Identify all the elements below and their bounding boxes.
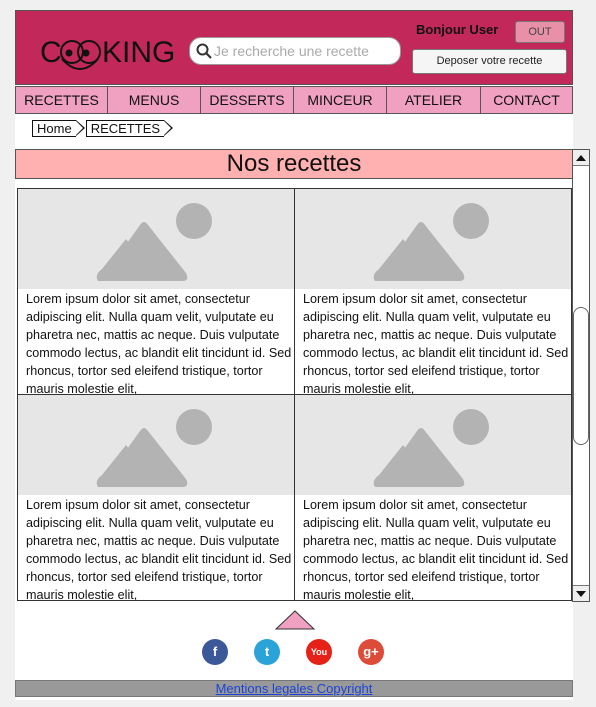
logout-button[interactable]: OUT — [515, 21, 565, 43]
vertical-scrollbar[interactable] — [572, 149, 590, 602]
caret-up-icon — [576, 155, 586, 161]
search-icon[interactable] — [196, 43, 212, 59]
card-image — [18, 189, 294, 289]
site-header: C KING Bonjour User OUT Deposer votre re… — [15, 10, 573, 85]
logo-graphic: C KING — [40, 36, 175, 70]
nav-item-menus[interactable]: MENUS — [108, 87, 201, 113]
nav-item-contact[interactable]: CONTACT — [481, 87, 572, 113]
card-description: Lorem ipsum dolor sit amet, consectetur … — [303, 498, 569, 601]
triangle-up-icon — [274, 610, 316, 630]
twitter-icon[interactable]: t — [254, 639, 280, 665]
search-box[interactable] — [189, 37, 401, 65]
breadcrumb-home[interactable]: Home — [32, 120, 85, 137]
youtube-icon[interactable]: You — [306, 639, 332, 665]
page: C KING Bonjour User OUT Deposer votre re… — [15, 10, 590, 700]
card-description: Lorem ipsum dolor sit amet, consectetur … — [26, 498, 292, 601]
breadcrumb: Home RECETTES — [32, 120, 174, 138]
logo-king: KING — [102, 36, 175, 69]
site-footer: Mentions legales Copyright — [15, 680, 573, 697]
placeholder-image-icon — [96, 409, 212, 487]
card-description: Lorem ipsum dolor sit amet, consectetur … — [26, 292, 292, 395]
main-nav: RECETTES MENUS DESSERTS MINCEUR ATELIER … — [15, 86, 573, 114]
scroll-up-button[interactable] — [573, 150, 589, 166]
scrollbar-thumb[interactable] — [573, 307, 589, 445]
nav-item-recettes[interactable]: RECETTES — [16, 87, 108, 113]
card-image — [18, 395, 294, 495]
nav-item-minceur[interactable]: MINCEUR — [294, 87, 387, 113]
facebook-icon[interactable]: f — [202, 639, 228, 665]
user-greeting: Bonjour User — [416, 22, 499, 37]
placeholder-image-icon — [373, 409, 489, 487]
breadcrumb-recettes[interactable]: RECETTES — [85, 120, 174, 137]
search-input[interactable] — [214, 41, 394, 61]
youtube-glyph: You — [310, 647, 328, 657]
social-links: f t You g+ — [202, 639, 386, 667]
nav-item-desserts[interactable]: DESSERTS — [201, 87, 294, 113]
placeholder-image-icon — [373, 203, 489, 281]
recipe-card[interactable]: Lorem ipsum dolor sit amet, consectetur … — [17, 188, 295, 395]
card-description: Lorem ipsum dolor sit amet, consectetur … — [303, 292, 569, 395]
placeholder-image-icon — [96, 203, 212, 281]
back-to-top-button[interactable] — [274, 610, 316, 630]
facebook-glyph: f — [212, 644, 218, 659]
google-plus-icon[interactable]: g+ — [358, 639, 384, 665]
nav-item-atelier[interactable]: ATELIER — [387, 87, 481, 113]
caret-down-icon — [576, 591, 586, 597]
twitter-glyph: t — [264, 644, 270, 659]
card-image — [295, 395, 571, 495]
footer-legal-link[interactable]: Mentions legales Copyright — [216, 681, 373, 696]
cooking-logo[interactable]: C KING — [38, 31, 178, 76]
page-title: Nos recettes — [15, 149, 573, 179]
recipe-grid: Lorem ipsum dolor sit amet, consectetur … — [17, 188, 573, 602]
recipe-card[interactable]: Lorem ipsum dolor sit amet, consectetur … — [17, 394, 295, 601]
submit-recipe-button[interactable]: Deposer votre recette — [412, 49, 567, 74]
recipe-card[interactable]: Lorem ipsum dolor sit amet, consectetur … — [294, 188, 572, 395]
google-plus-glyph: g+ — [363, 644, 379, 659]
recipe-card[interactable]: Lorem ipsum dolor sit amet, consectetur … — [294, 394, 572, 601]
card-image — [295, 189, 571, 289]
logo-c: C — [40, 36, 62, 69]
scroll-down-button[interactable] — [573, 585, 589, 601]
